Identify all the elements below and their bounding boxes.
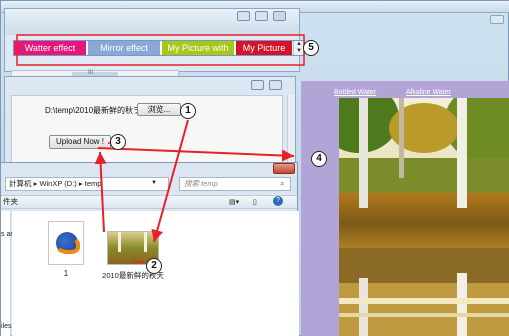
file-name: 1 (63, 269, 69, 278)
callout-badge-2: 2 (146, 258, 162, 274)
maximize-button[interactable] (269, 80, 282, 90)
callout-badge-4: 4 (311, 151, 327, 167)
effects-window-titlebar (5, 9, 299, 35)
file-path-field[interactable]: D:\temp\2010最新鲜的秋ヲ (45, 105, 141, 116)
address-part[interactable]: WinXP (D:) (39, 179, 76, 188)
search-icon[interactable]: ⌕ (280, 179, 284, 189)
tab-mirror-effect[interactable]: Mirror effect (88, 41, 160, 55)
help-icon[interactable]: ? (273, 196, 283, 206)
effects-menu-bar: Watter effect Mirror effect My Picture w… (13, 40, 305, 56)
close-button[interactable] (273, 163, 295, 174)
nav-fragment: s ar (1, 231, 13, 238)
nav-fragment: iles (1, 323, 12, 330)
dropdown-arrow-icon[interactable]: ▼ (151, 180, 157, 186)
callout-badge-5: 5 (303, 40, 319, 56)
firefox-icon (48, 221, 84, 265)
callout-badge-1: 1 (180, 103, 196, 119)
view-icon[interactable]: ▤▾ (229, 197, 239, 209)
search-input[interactable]: 搜索 temp (179, 177, 291, 191)
link-alkaline-water[interactable]: Alkaline Water (406, 89, 451, 96)
water-effect-photo (339, 98, 509, 336)
effects-window: Watter effect Mirror effect My Picture w… (4, 8, 305, 79)
browse-button[interactable]: 浏览... (137, 103, 181, 116)
address-bar[interactable]: 計算机 ▸ WinXP (D:) ▸ temp (5, 177, 169, 191)
address-part[interactable]: temp (85, 179, 102, 188)
link-bottled-water[interactable]: Bottled Water (334, 89, 376, 96)
tab-my-picture[interactable]: My Picture (236, 41, 292, 55)
upload-window: D:\temp\2010最新鲜的秋ヲ 浏览... Upload Now ! (4, 76, 296, 169)
maximize-button[interactable] (255, 11, 268, 21)
preview-pane-icon[interactable]: ▯ (253, 197, 257, 209)
minimize-button[interactable] (490, 15, 504, 24)
explorer-toolbar: 件夹 ▤▾ ▯ ? (1, 195, 297, 209)
close-button[interactable] (273, 11, 286, 21)
file-explorer-window: 計算机 ▸ WinXP (D:) ▸ temp ▼ 搜索 temp ⌕ 件夹 ▤… (0, 162, 299, 336)
tab-watter-effect[interactable]: Watter effect (14, 41, 86, 55)
callout-badge-3: 3 (110, 134, 126, 150)
navigation-pane: s ar iles (1, 211, 13, 336)
tab-my-picture-with[interactable]: My Picture with (162, 41, 234, 55)
folder-toolbar-label[interactable]: 件夹 (3, 197, 18, 206)
autumn-park-image (339, 98, 509, 336)
vertical-scrollbar[interactable] (287, 95, 295, 165)
address-part[interactable]: 計算机 (9, 179, 32, 188)
minimize-button[interactable] (251, 80, 264, 90)
minimize-button[interactable] (237, 11, 250, 21)
upload-now-button[interactable]: Upload Now ! (49, 135, 111, 149)
file-item[interactable]: 1 (42, 221, 90, 279)
